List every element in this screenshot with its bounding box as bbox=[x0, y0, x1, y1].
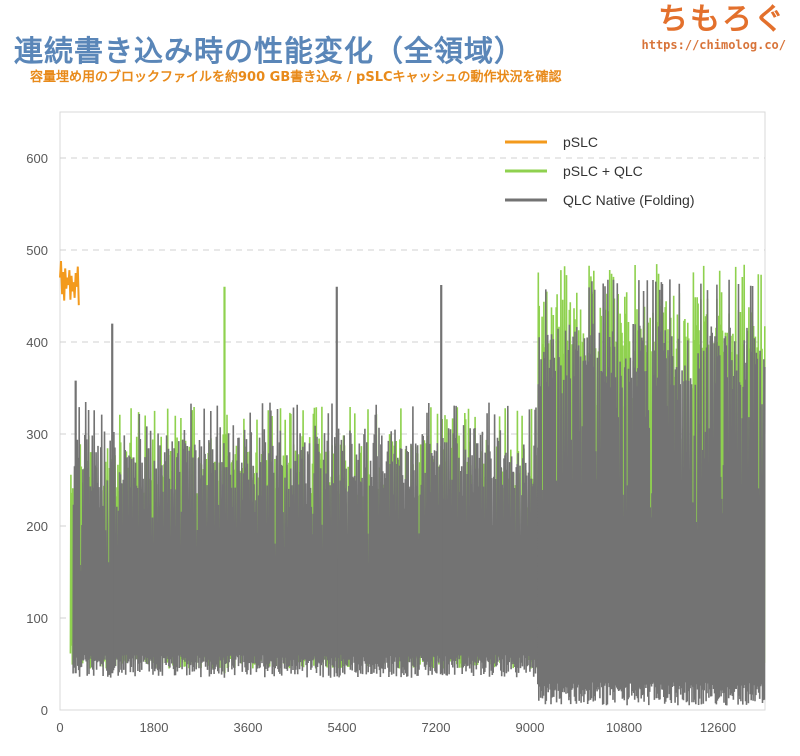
y-tick-label: 400 bbox=[26, 335, 48, 350]
y-tick-label: 500 bbox=[26, 243, 48, 258]
legend-label: pSLC bbox=[563, 134, 598, 150]
y-tick-label: 200 bbox=[26, 519, 48, 534]
x-tick-label: 10800 bbox=[606, 720, 642, 735]
series-0 bbox=[59, 260, 80, 306]
y-tick-label: 0 bbox=[41, 703, 48, 718]
chart-area: 0 100 200 300 400 500 600 0 1800 3600 5400 7200 9000… bbox=[26, 111, 766, 735]
x-tick-label: 7200 bbox=[422, 720, 451, 735]
series-line bbox=[59, 260, 80, 306]
y-tick-label: 600 bbox=[26, 151, 48, 166]
y-tick-label: 100 bbox=[26, 611, 48, 626]
legend-label: pSLC + QLC bbox=[563, 163, 643, 179]
x-tick-label: 12600 bbox=[700, 720, 736, 735]
x-tick-label: 0 bbox=[56, 720, 63, 735]
x-tick-label: 9000 bbox=[516, 720, 545, 735]
legend: pSLC pSLC + QLC QLC Native (Folding) bbox=[505, 134, 695, 208]
x-tick-label: 1800 bbox=[140, 720, 169, 735]
y-tick-label: 300 bbox=[26, 427, 48, 442]
x-tick-label: 5400 bbox=[328, 720, 357, 735]
x-tick-label: 3600 bbox=[234, 720, 263, 735]
series-layer bbox=[59, 260, 766, 706]
legend-label: QLC Native (Folding) bbox=[563, 192, 695, 208]
